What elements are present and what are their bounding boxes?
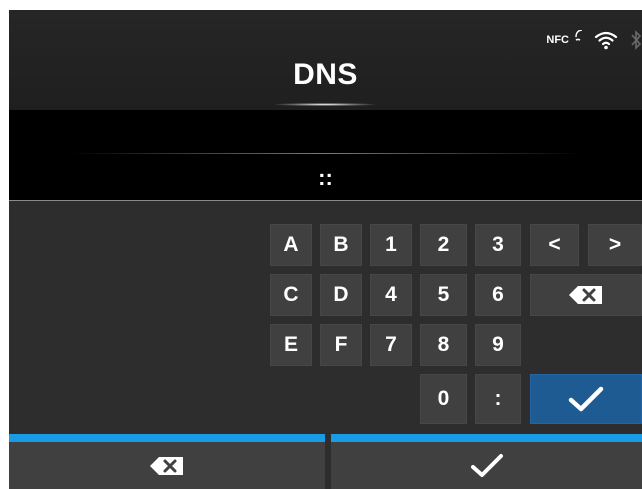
key-3[interactable]: 3 — [475, 224, 521, 266]
dns-input-field[interactable]: :: — [9, 154, 642, 200]
bottom-confirm-button[interactable] — [331, 434, 642, 489]
key-f[interactable]: F — [320, 324, 362, 366]
bottom-confirm-content — [331, 442, 642, 489]
key-colon[interactable]: : — [475, 374, 521, 424]
bottom-backspace-content — [9, 442, 325, 489]
bluetooth-icon — [631, 30, 642, 50]
page-title: DNS — [293, 58, 358, 91]
checkmark-icon — [568, 386, 604, 412]
cursor-right-button[interactable]: > — [588, 224, 642, 266]
backspace-icon — [150, 456, 183, 475]
checkmark-icon — [470, 453, 503, 477]
key-7[interactable]: 7 — [370, 324, 412, 366]
wifi-icon — [594, 31, 618, 50]
key-c[interactable]: C — [270, 274, 312, 316]
bottom-accent-left — [9, 434, 325, 442]
confirm-key-button[interactable] — [530, 374, 642, 424]
key-6[interactable]: 6 — [475, 274, 521, 316]
printer-display: NFC DNS :: A B 1 2 3 < > C D 4 5 6 E F 7… — [9, 10, 642, 489]
bottom-accent-right — [331, 434, 642, 442]
key-5[interactable]: 5 — [420, 274, 467, 316]
key-2[interactable]: 2 — [420, 224, 467, 266]
cursor-left-button[interactable]: < — [530, 224, 579, 266]
key-e[interactable]: E — [270, 324, 312, 366]
status-icons: NFC — [546, 28, 642, 52]
input-field-upper — [9, 110, 642, 154]
key-1[interactable]: 1 — [370, 224, 412, 266]
bottom-backspace-button[interactable] — [9, 434, 325, 489]
backspace-button[interactable] — [530, 274, 642, 316]
nfc-icon: NFC — [546, 30, 582, 46]
nfc-label: NFC — [546, 34, 569, 46]
key-d[interactable]: D — [320, 274, 362, 316]
key-9[interactable]: 9 — [475, 324, 521, 366]
key-4[interactable]: 4 — [370, 274, 412, 316]
header-bar: NFC DNS — [9, 10, 642, 110]
title-underline — [275, 103, 375, 106]
input-underline — [9, 200, 642, 201]
key-0[interactable]: 0 — [420, 374, 467, 424]
backspace-icon — [569, 286, 602, 304]
key-b[interactable]: B — [320, 224, 362, 266]
key-a[interactable]: A — [270, 224, 312, 266]
dns-input-value: :: — [318, 165, 333, 190]
key-8[interactable]: 8 — [420, 324, 467, 366]
